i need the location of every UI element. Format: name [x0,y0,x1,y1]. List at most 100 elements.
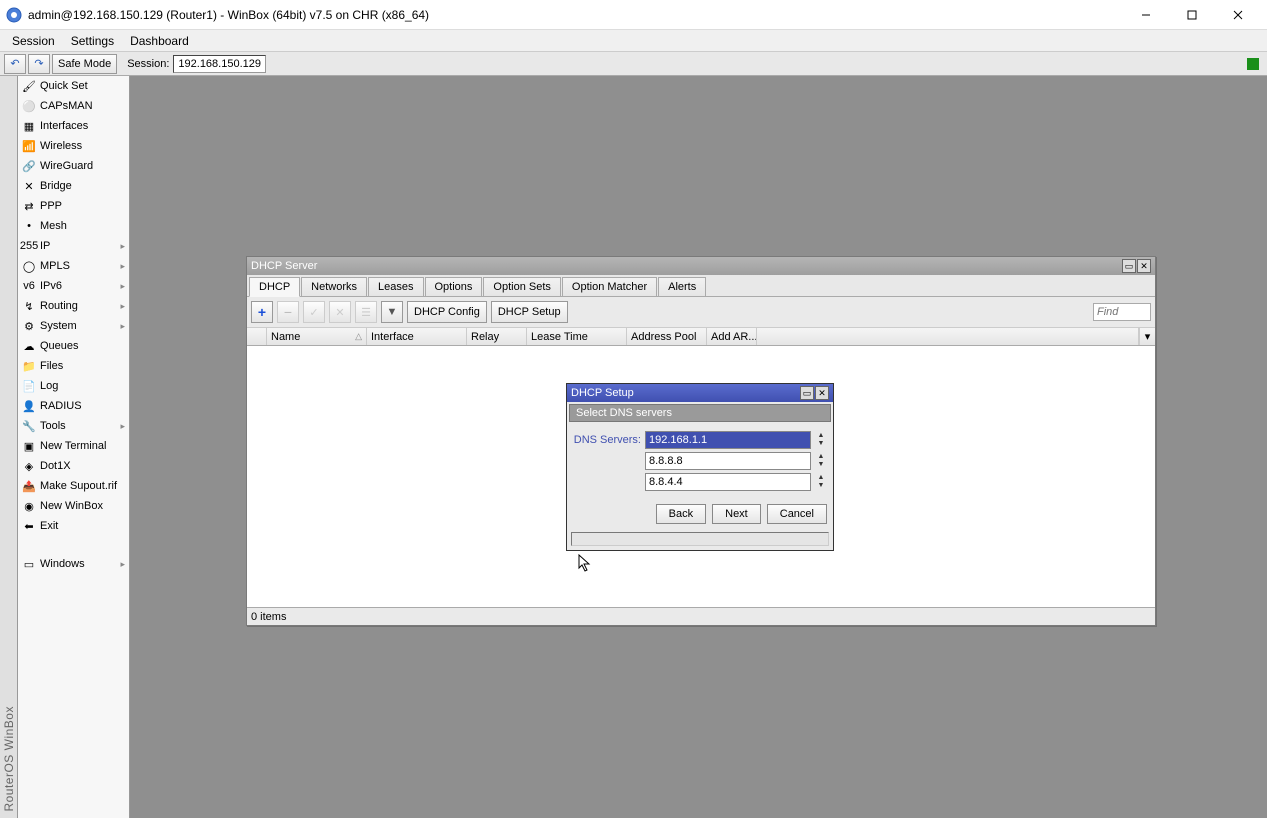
sidebar-label: PPP [40,200,125,212]
filter-button[interactable]: ▼ [381,301,403,323]
sidebar-label: Routing [40,300,116,312]
sidebar-icon: 👤 [22,399,36,413]
sidebar-item-wireless[interactable]: 📶 Wireless [18,136,129,156]
chevron-right-icon: ▸ [120,281,125,292]
tab-dhcp[interactable]: DHCP [249,277,300,297]
sidebar-item-windows[interactable]: ▭Windows▸ [18,554,129,574]
sidebar-icon: 🔧 [22,419,36,433]
dns-server-input-2[interactable]: 8.8.4.4 [645,473,811,491]
chevron-right-icon: ▸ [120,261,125,272]
dhcp-tabs: DHCPNetworksLeasesOptionsOption SetsOpti… [247,275,1155,297]
tab-options[interactable]: Options [425,277,483,296]
sidebar-item-files[interactable]: 📁Files [18,356,129,376]
close-button[interactable] [1215,0,1261,30]
sidebar-item-tools[interactable]: 🔧Tools▸ [18,416,129,436]
tab-leases[interactable]: Leases [368,277,423,296]
menubar: Session Settings Dashboard [0,30,1267,52]
inner-window-titlebar[interactable]: DHCP Server ▭ ✕ [247,257,1155,275]
sidebar-item-new-winbox[interactable]: ◉New WinBox [18,496,129,516]
dialog-close-icon[interactable]: ✕ [815,386,829,400]
sidebar-item-ipv6[interactable]: v6IPv6▸ [18,276,129,296]
inner-window-title: DHCP Server [251,260,1122,272]
safe-mode-button[interactable]: Safe Mode [52,54,117,74]
redo-button[interactable]: ↷ [28,54,50,74]
sidebar-item-wireguard[interactable]: 🔗WireGuard [18,156,129,176]
window-title: admin@192.168.150.129 (Router1) - WinBox… [28,8,1123,22]
sidebar-item-mpls[interactable]: ◯MPLS▸ [18,256,129,276]
sidebar-icon: ◯ [22,259,36,273]
sidebar-item-queues[interactable]: ☁Queues [18,336,129,356]
chevron-right-icon: ▸ [120,321,125,332]
tab-networks[interactable]: Networks [301,277,367,296]
sidebar-item-ppp[interactable]: ⇄PPP [18,196,129,216]
vertical-brand: RouterOS WinBox [0,76,18,818]
column-header[interactable]: Add AR... [707,328,757,345]
add-button[interactable]: + [251,301,273,323]
sidebar-item-bridge[interactable]: ✕Bridge [18,176,129,196]
column-header[interactable] [247,328,267,345]
menu-settings[interactable]: Settings [63,32,122,50]
spinner-1[interactable]: ▲▼ [815,453,827,469]
sidebar-item-quick-set[interactable]: 🖌Quick Set [18,76,129,96]
sidebar-item-system[interactable]: ⚙ System ▸ [18,316,129,336]
spinner-2[interactable]: ▲▼ [815,474,827,490]
remove-button[interactable]: − [277,301,299,323]
find-input[interactable] [1093,303,1151,321]
undo-button[interactable]: ↶ [4,54,26,74]
dhcp-setup-button[interactable]: DHCP Setup [491,301,568,323]
sidebar-label: Log [40,380,125,392]
sidebar-item-log[interactable]: 📄Log [18,376,129,396]
sidebar-item-new-terminal[interactable]: ▣New Terminal [18,436,129,456]
disable-button[interactable]: ✕ [329,301,351,323]
column-header[interactable]: Name△ [267,328,367,345]
dns-server-input-0[interactable]: 192.168.1.1 [645,431,811,449]
sidebar-icon: ⚙ [22,319,36,333]
dialog-minimize-icon[interactable]: ▭ [800,386,814,400]
dhcp-config-button[interactable]: DHCP Config [407,301,487,323]
sidebar-icon: 255 [22,239,36,253]
sidebar-item-mesh[interactable]: •Mesh [18,216,129,236]
enable-button[interactable]: ✓ [303,301,325,323]
spinner-0[interactable]: ▲▼ [815,432,827,448]
sidebar-item-exit[interactable]: ⬅Exit [18,516,129,536]
sidebar-item-radius[interactable]: 👤RADIUS [18,396,129,416]
sidebar-icon: ☁ [22,339,36,353]
sidebar-label: Wireless [40,140,125,152]
sidebar-item-interfaces[interactable]: ▦Interfaces [18,116,129,136]
inner-minimize-icon[interactable]: ▭ [1122,259,1136,273]
sidebar-item-routing[interactable]: ↯ Routing ▸ [18,296,129,316]
sidebar-icon: 📶 [22,139,36,153]
maximize-button[interactable] [1169,0,1215,30]
table-header: Name△InterfaceRelayLease TimeAddress Poo… [247,328,1155,346]
menu-session[interactable]: Session [4,32,63,50]
tab-option-matcher[interactable]: Option Matcher [562,277,657,296]
dialog-titlebar[interactable]: DHCP Setup ▭ ✕ [567,384,833,402]
menu-dashboard[interactable]: Dashboard [122,32,197,50]
tab-alerts[interactable]: Alerts [658,277,706,296]
back-button[interactable]: Back [656,504,706,524]
sidebar-item-make-supout-rif[interactable]: 📤Make Supout.rif [18,476,129,496]
cancel-button[interactable]: Cancel [767,504,827,524]
comment-button[interactable]: ☰ [355,301,377,323]
sidebar-item-capsman[interactable]: ⚪CAPsMAN [18,96,129,116]
sidebar-label: Files [40,360,125,372]
column-header[interactable]: Lease Time [527,328,627,345]
dns-server-input-1[interactable]: 8.8.8.8 [645,452,811,470]
minimize-button[interactable] [1123,0,1169,30]
dialog-status [571,532,829,546]
sidebar-item-dot1x[interactable]: ◈Dot1X [18,456,129,476]
session-label: Session: [127,58,169,70]
column-header[interactable]: Interface [367,328,467,345]
column-header[interactable]: Relay [467,328,527,345]
sidebar-label: System [40,320,116,332]
chevron-right-icon: ▸ [120,301,125,312]
sidebar-item-ip[interactable]: 255IP▸ [18,236,129,256]
column-header[interactable]: Address Pool [627,328,707,345]
tab-option-sets[interactable]: Option Sets [483,277,560,296]
sidebar-label: Bridge [40,180,125,192]
next-button[interactable]: Next [712,504,761,524]
sidebar-icon: ↯ [22,299,36,313]
chevron-right-icon: ▸ [120,421,125,432]
inner-close-icon[interactable]: ✕ [1137,259,1151,273]
column-dropdown-icon[interactable]: ▾ [1139,328,1155,345]
